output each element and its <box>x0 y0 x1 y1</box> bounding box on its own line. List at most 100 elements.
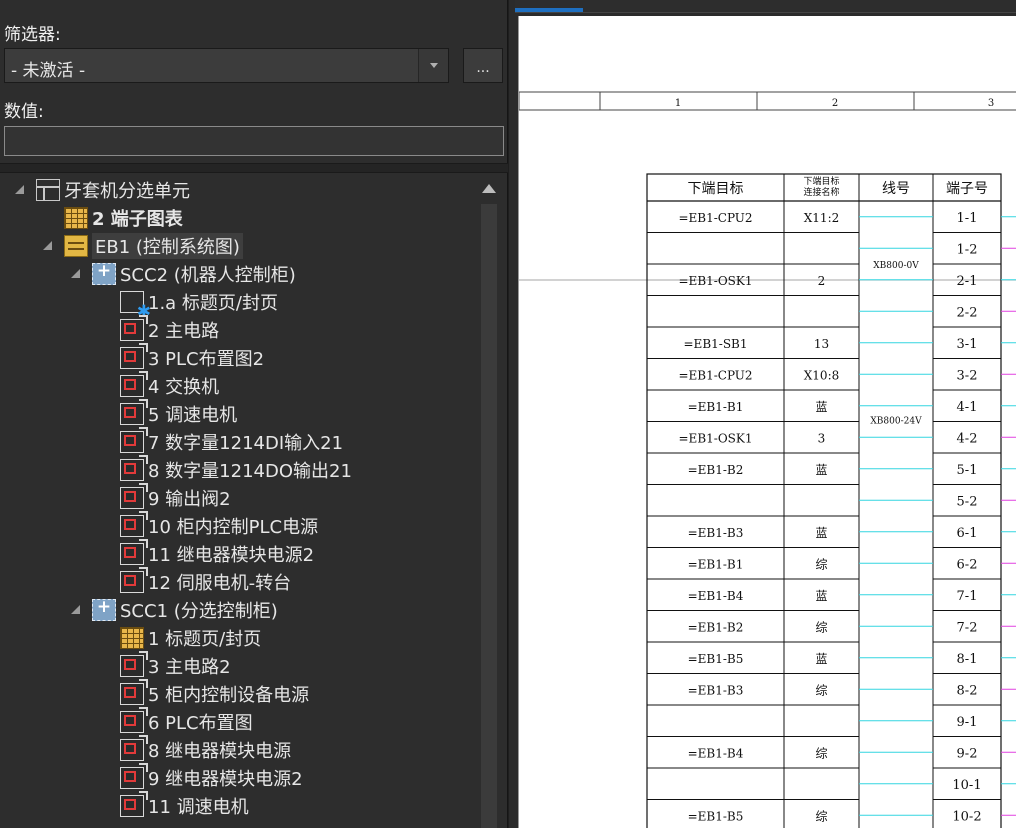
row-terminal: 10-2 <box>952 809 981 824</box>
row-target: =EB1-B5 <box>688 652 744 666</box>
unit-icon <box>36 179 60 201</box>
row-conn: 蓝 <box>815 652 827 666</box>
tree-item-label: 9 继电器模块电源2 <box>148 769 303 790</box>
ruler-column-number: 1 <box>675 98 681 109</box>
expander-icon[interactable] <box>70 604 82 616</box>
row-terminal: 7-2 <box>957 620 978 635</box>
tree-item[interactable]: 3 主电路2 <box>98 652 231 680</box>
page-icon <box>120 795 144 817</box>
tree-item[interactable]: 8 继电器模块电源 <box>98 736 291 764</box>
scroll-thumb[interactable] <box>481 204 497 828</box>
tree-item[interactable]: 5 柜内控制设备电源 <box>98 680 309 708</box>
tree-item[interactable]: 牙套机分选单元 <box>14 176 190 204</box>
row-terminal: 9-1 <box>957 715 978 730</box>
tree-item[interactable]: 12 伺服电机-转台 <box>98 568 291 596</box>
row-conn: 综 <box>815 557 827 571</box>
value-label: 数值: <box>4 102 44 122</box>
page-icon <box>120 767 144 789</box>
panel-splitter[interactable] <box>0 163 508 173</box>
tree-item[interactable]: 4 交换机 <box>98 372 219 400</box>
row-conn: 综 <box>815 809 827 823</box>
row-terminal: 8-1 <box>957 652 978 667</box>
tree-item[interactable]: 1 标题页/封页 <box>98 624 261 652</box>
row-terminal: 7-1 <box>957 589 978 604</box>
row-target: =EB1-CPU2 <box>678 211 752 225</box>
tree-item[interactable]: 9 输出阀2 <box>98 484 231 512</box>
page-icon <box>120 431 144 453</box>
active-tab-indicator[interactable] <box>515 8 583 12</box>
tree-item[interactable]: 11 调速电机 <box>98 792 249 820</box>
drawing-panel: 1 2 3 下端目标 下端目标 连接名称 线号 端子号 =EB1-CPU2 X11:2 1-1 1-2… <box>509 0 1016 828</box>
page-icon <box>120 487 144 509</box>
tree-item[interactable]: 2 端子图表 <box>42 204 183 232</box>
tree-item[interactable]: 11 继电器模块电源2 <box>98 540 314 568</box>
tree-item[interactable]: EB1 (控制系统图) <box>42 232 243 260</box>
tree-item-label: 牙套机分选单元 <box>64 181 190 202</box>
page-tree: 牙套机分选单元 2 端子图表 EB1 (控制系统图) SCC2 (机器人控制柜) 1.a… <box>0 174 476 828</box>
tree-item-label: 3 PLC布置图2 <box>148 349 265 370</box>
page-icon <box>120 683 144 705</box>
row-conn: 蓝 <box>815 400 827 414</box>
row-conn: X11:2 <box>804 211 840 225</box>
row-conn: 蓝 <box>815 589 827 603</box>
tree-item[interactable]: 10 柜内控制PLC电源 <box>98 512 318 540</box>
tree-item-label: 11 继电器模块电源2 <box>148 545 315 566</box>
row-terminal: 6-1 <box>957 526 978 541</box>
row-terminal: 2-2 <box>957 305 978 320</box>
filter-more-button[interactable]: ... <box>463 48 503 83</box>
tree-item[interactable]: 3 PLC布置图2 <box>98 344 264 372</box>
row-target: =EB1-OSK1 <box>679 274 753 288</box>
document-tabstrip <box>515 0 1016 13</box>
terminal-table <box>646 173 1002 828</box>
row-target: =EB1-B2 <box>688 620 744 634</box>
tree-item[interactable]: 2 主电路 <box>98 316 219 344</box>
system-icon <box>64 235 88 257</box>
page-icon <box>120 543 144 565</box>
tree-item[interactable]: 5 调速电机 <box>98 400 237 428</box>
tree-item-label: 8 继电器模块电源 <box>148 741 292 762</box>
row-terminal: 5-1 <box>957 463 978 478</box>
filter-dropdown[interactable]: - 未激活 - <box>4 48 449 83</box>
expander-icon[interactable] <box>42 240 54 252</box>
table-icon <box>64 207 88 229</box>
tree-item[interactable]: SCC2 (机器人控制柜) <box>70 260 296 288</box>
filter-selected-value: - 未激活 - <box>11 61 86 81</box>
chevron-down-icon[interactable] <box>418 49 448 82</box>
row-conn: 蓝 <box>815 526 827 540</box>
row-target: =EB1-B4 <box>688 746 744 760</box>
tree-item[interactable]: 7 数字量1214DI输入21 <box>98 428 343 456</box>
filter-label: 筛选器: <box>4 25 61 45</box>
tree-item-label: 1 标题页/封页 <box>148 629 262 650</box>
tree-item-label: EB1 (控制系统图) <box>92 233 243 259</box>
tree-item-label: 12 伺服电机-转台 <box>148 573 292 594</box>
row-conn: 2 <box>818 274 826 288</box>
cabinet-icon <box>92 597 116 621</box>
header-conn-name: 下端目标 <box>803 175 839 187</box>
tree-item[interactable]: 9 继电器模块电源2 <box>98 764 303 792</box>
expander-icon[interactable] <box>70 268 82 280</box>
tree-item-label: 1.a 标题页/封页 <box>148 293 278 314</box>
row-target: =EB1-B4 <box>688 589 744 603</box>
table-icon <box>120 627 144 649</box>
expander-icon[interactable] <box>14 184 26 196</box>
row-target: =EB1-SB1 <box>684 337 748 351</box>
value-input[interactable] <box>4 126 504 156</box>
tree-item[interactable]: 1.a 标题页/封页 <box>98 288 278 322</box>
tree-scrollbar[interactable] <box>476 174 502 828</box>
tree-item-label: 9 输出阀2 <box>148 489 231 510</box>
schematic-sheet[interactable]: 1 2 3 下端目标 下端目标 连接名称 线号 端子号 =EB1-CPU2 X11:2 1-1 1-2… <box>518 16 1016 828</box>
tree-item-label: 3 主电路2 <box>148 657 231 678</box>
page-icon <box>120 403 144 425</box>
scroll-up-icon[interactable] <box>482 184 496 193</box>
row-terminal: 9-2 <box>957 746 978 761</box>
row-terminal: 10-1 <box>952 778 981 793</box>
tree-item[interactable]: 6 PLC布置图 <box>98 708 253 736</box>
terminal-diagram: 1 2 3下端目标 下端目标连接名称 线号 端子号=EB1-CPU2 X11:2 1-11-2… <box>519 91 1016 828</box>
page-icon <box>120 739 144 761</box>
row-terminal: 2-1 <box>957 274 978 289</box>
tree-item[interactable]: SCC1 (分选控制柜) <box>70 596 278 624</box>
page-icon <box>120 515 144 537</box>
tree-item[interactable]: 8 数字量1214DO输出21 <box>98 456 352 484</box>
header-terminal: 端子号 <box>946 181 988 197</box>
row-conn: X10:8 <box>804 368 840 382</box>
